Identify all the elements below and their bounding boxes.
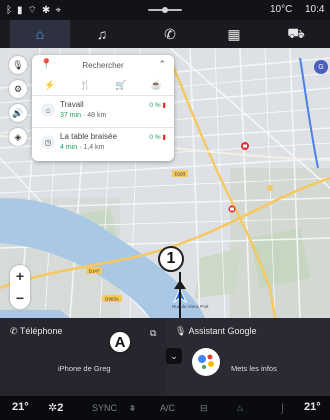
zoom-in-button[interactable]: + — [10, 265, 30, 287]
destination-name: La table braisée — [60, 132, 117, 141]
callout-marker-a: A — [108, 330, 132, 354]
category-shortcuts: ⚡ 🍴 🛒 ☕ — [32, 76, 174, 94]
chevron-up-icon[interactable]: ⌃ — [158, 59, 166, 70]
battery-estimate: 0 % ▮ — [149, 134, 166, 141]
layers-button[interactable]: ◈ — [9, 128, 27, 146]
rear-defrost-button[interactable]: ⩩ — [130, 403, 135, 414]
seat-icon[interactable]: ⌡ — [280, 403, 285, 413]
driver-temperature[interactable]: 21° — [12, 401, 29, 413]
coffee-icon[interactable]: ☕ — [151, 80, 162, 91]
microphone-icon: 🎙 — [175, 326, 187, 336]
top-navigation: ⌂ ♫ ✆ ▦ ⛟ — [0, 20, 330, 50]
status-bar: ᛒ ▮ ⌔ ✱ ⌖ 10°C 10:4 — [0, 0, 330, 20]
gear-icon: ⚙ — [13, 83, 23, 94]
destination-meta: 4 min · 1,4 km — [60, 144, 105, 151]
phone-icon: ✆ — [164, 25, 176, 42]
phone-settings-icon[interactable]: ⧉ — [150, 328, 156, 339]
battery-estimate: 0 % ▮ — [149, 102, 166, 109]
profile-avatar[interactable]: G — [314, 60, 328, 74]
road-label-d147: D147 — [89, 269, 100, 274]
destination-meta: 37 min · 48 km — [60, 112, 107, 119]
front-defrost-button[interactable]: ⊟ — [200, 403, 208, 414]
music-icon: ♫ — [96, 26, 108, 42]
callout-arrowhead — [174, 280, 186, 289]
history-icon: ◷ — [41, 135, 55, 149]
place-label: Rue du Vieux Port — [172, 304, 209, 309]
destination-item[interactable]: ◷ La table braisée 4 min · 1,4 km 0 % ▮ — [32, 127, 174, 158]
apps-grid-icon: ▦ — [227, 25, 241, 42]
phone-widget[interactable]: ✆ Téléphone iPhone de Greg ⧉ — [0, 318, 167, 396]
google-assistant-icon[interactable] — [192, 348, 220, 376]
bluetooth-icon: ✱ — [41, 5, 51, 16]
fan-icon: ✲ — [48, 402, 58, 414]
destination-item[interactable]: ⌂ Travail 37 min · 48 km 0 % ▮ — [32, 95, 174, 126]
restaurant-icon[interactable]: 🍴 — [80, 80, 91, 91]
search-bar[interactable]: 📍 Rechercher ⌃ — [32, 55, 174, 75]
callout-marker-1: 1 — [158, 246, 184, 272]
tab-music[interactable]: ♫ — [72, 20, 132, 48]
voice-button[interactable]: 🎙 — [9, 56, 27, 74]
tab-home[interactable]: ⌂ — [10, 20, 70, 50]
ac-button[interactable]: A/C — [160, 403, 175, 413]
assistant-subtitle: Mets les infos — [231, 364, 277, 373]
phone-widget-title: ✆ Téléphone — [10, 326, 63, 336]
collapse-widgets-button[interactable]: ⌄ — [166, 348, 182, 364]
avatar-letter: G — [318, 63, 324, 71]
climate-bar: 21° ✲2 SYNC ⩩ A/C ⊟ ♨ ⌡ 21° — [0, 396, 330, 420]
outside-temperature: 10°C — [270, 4, 293, 15]
sync-button[interactable]: SYNC — [92, 403, 117, 413]
shopping-cart-icon[interactable]: 🛒 — [115, 80, 126, 91]
seat-heat-button[interactable]: ♨ — [236, 403, 244, 414]
passenger-temperature[interactable]: 21° — [304, 401, 321, 413]
road-label-d183: D183 — [175, 172, 186, 177]
wifi-icon: ⌔ — [27, 5, 37, 16]
charging-icon[interactable]: ⚡ — [44, 80, 55, 91]
signal-icon: ▮ — [17, 5, 23, 16]
tab-apps[interactable]: ▦ — [204, 20, 264, 48]
phone-device-name: iPhone de Greg — [58, 364, 111, 373]
car-icon: ⛟ — [287, 24, 305, 41]
sound-button[interactable]: 🔊 — [9, 104, 27, 122]
bluetooth-icon: ᛒ — [6, 5, 12, 16]
work-briefcase-icon: ⌂ — [41, 103, 55, 117]
pull-down-dot — [162, 7, 168, 13]
tab-vehicle[interactable]: ⛟ — [266, 20, 326, 48]
infotainment-screen: ᛒ ▮ ⌔ ✱ ⌖ 10°C 10:4 ⌂ ♫ ✆ ▦ ⛟ D147 D903A… — [0, 0, 330, 420]
search-panel: 📍 Rechercher ⌃ ⚡ 🍴 🛒 ☕ ⌂ Travail 37 min … — [32, 55, 174, 161]
layers-icon: ◈ — [14, 131, 22, 142]
widget-area: ✆ Téléphone iPhone de Greg ⧉ 🎙 Assistant… — [0, 318, 330, 396]
clock: 10:4 — [305, 4, 325, 15]
fan-speed[interactable]: ✲2 — [48, 401, 63, 414]
zoom-controls: + − — [10, 265, 30, 309]
destination-name: Travail — [60, 100, 84, 109]
settings-button[interactable]: ⚙ — [9, 80, 27, 98]
assistant-widget-title: 🎙 Assistant Google — [175, 326, 257, 336]
home-icon: ⌂ — [35, 26, 45, 42]
chevron-down-icon: ⌄ — [170, 350, 178, 361]
status-icons: ᛒ ▮ ⌔ ✱ ⌖ — [6, 4, 61, 17]
speaker-icon: 🔊 — [12, 107, 24, 118]
search-label: Rechercher — [82, 61, 124, 70]
road-label-d903a: D903A — [105, 297, 119, 302]
phone-icon: ✆ — [10, 326, 18, 336]
zoom-out-button[interactable]: − — [10, 287, 30, 309]
tab-phone[interactable]: ✆ — [140, 20, 200, 48]
microphone-icon: 🎙 — [12, 59, 24, 70]
location-icon: ⌖ — [55, 5, 61, 16]
